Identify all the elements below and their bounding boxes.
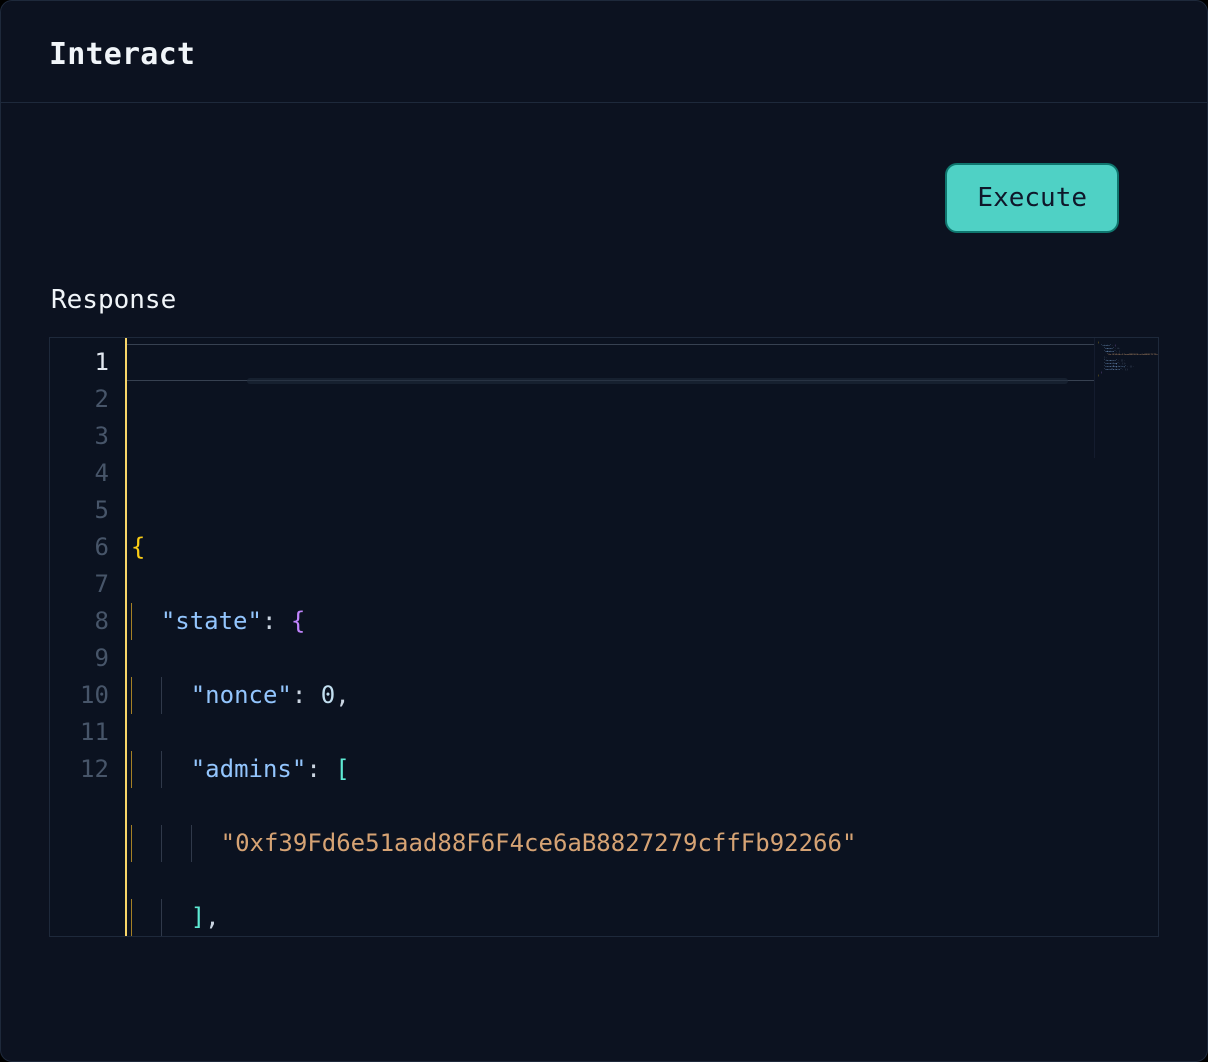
line-number: 10 [80, 677, 109, 714]
panel-header: Interact [1, 1, 1207, 103]
code-editor[interactable]: 123456789101112 { "state": { "nonce": 0,… [49, 337, 1159, 937]
code-area[interactable]: { "state": { "nonce": 0, "admins": [ "0x… [125, 338, 1158, 936]
interact-panel: Interact Execute Response 12345678910111… [0, 0, 1208, 1062]
line-number: 5 [80, 492, 109, 529]
minimap[interactable]: { "state": { "nonce": 0, "admins": [ "0x… [1094, 338, 1158, 458]
line-number-gutter: 123456789101112 [50, 338, 125, 936]
response-label: Response [51, 285, 1159, 315]
line-number: 4 [80, 455, 109, 492]
line-number: 12 [80, 751, 109, 788]
line-number: 9 [80, 640, 109, 677]
response-editor: 123456789101112 { "state": { "nonce": 0,… [49, 337, 1159, 937]
current-line-highlight [127, 344, 1158, 381]
code-content: { "state": { "nonce": 0, "admins": [ "0x… [127, 492, 1146, 937]
line-number: 1 [80, 344, 109, 381]
action-bar: Execute [49, 103, 1159, 285]
line-number: 11 [80, 714, 109, 751]
horizontal-scrollbar[interactable] [247, 378, 1068, 384]
line-number: 2 [80, 381, 109, 418]
line-number: 7 [80, 566, 109, 603]
panel-title: Interact [49, 37, 1159, 72]
panel-body: Execute Response 123456789101112 { "stat… [1, 103, 1207, 985]
line-number: 6 [80, 529, 109, 566]
line-number: 8 [80, 603, 109, 640]
line-number: 3 [80, 418, 109, 455]
execute-button[interactable]: Execute [945, 163, 1119, 233]
